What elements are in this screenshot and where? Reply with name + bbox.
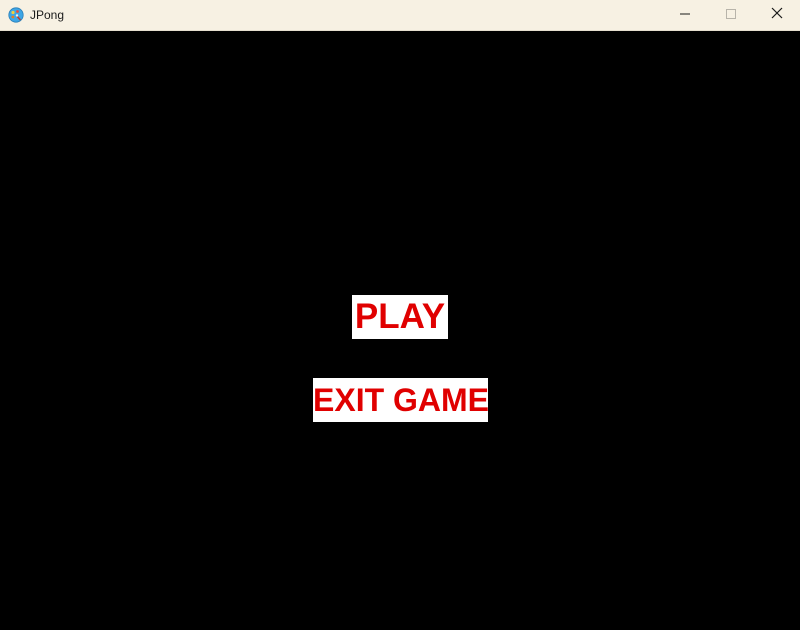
maximize-icon: [726, 6, 736, 24]
window-title: JPong: [30, 8, 65, 22]
play-button[interactable]: PLAY: [352, 295, 448, 339]
title-bar[interactable]: JPong: [0, 0, 800, 31]
close-button[interactable]: [754, 0, 800, 30]
game-canvas: PLAY EXIT GAME: [0, 31, 800, 630]
close-icon: [771, 6, 783, 24]
exit-game-button[interactable]: EXIT GAME: [313, 378, 489, 422]
minimize-button[interactable]: [662, 0, 708, 30]
paint-palette-icon: [8, 7, 24, 23]
app-window: JPong PLAY EXIT GAME: [0, 0, 800, 630]
maximize-button[interactable]: [708, 0, 754, 30]
minimize-icon: [680, 6, 690, 24]
